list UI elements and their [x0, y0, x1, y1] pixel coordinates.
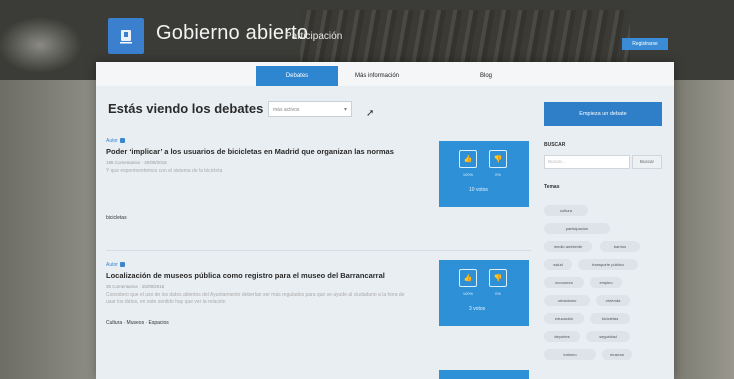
topic-tag[interactable]: economía — [544, 277, 584, 288]
chevron-down-icon: ▾ — [343, 107, 347, 113]
topic-tag[interactable]: vivienda — [596, 295, 630, 306]
page-content: Debates Más información Blog Estás viend… — [96, 62, 674, 379]
topic-tag[interactable]: educación — [544, 313, 584, 324]
topic-tag[interactable]: bicicletas — [590, 313, 630, 324]
vote-no-percent: 0% — [495, 172, 501, 177]
vote-no-button[interactable]: 👎 — [489, 150, 507, 168]
author-badge-icon — [119, 262, 125, 268]
site-subtitle: Participación — [285, 31, 343, 42]
vote-count: 3 votos — [469, 306, 486, 312]
mouse-cursor-icon: ➚ — [366, 108, 375, 119]
topic-tag[interactable]: urbanismo — [544, 295, 590, 306]
background-wall — [674, 80, 734, 379]
background-desk — [0, 80, 96, 379]
page-title: Estás viendo los debates — [108, 101, 264, 116]
vote-yes-button[interactable]: 👍 — [459, 150, 477, 168]
vote-yes-percent: 100% — [462, 291, 474, 296]
topic-tag[interactable]: barrios — [600, 241, 640, 252]
tab-debates[interactable]: Debates — [256, 66, 338, 86]
topic-tag[interactable]: salud — [544, 259, 572, 270]
sidebar-search-button[interactable]: Buscar — [632, 155, 662, 169]
order-select[interactable]: más activos ▾ — [268, 101, 352, 117]
vote-panel-partial — [439, 370, 529, 379]
author-badge-icon — [119, 138, 125, 144]
tab-more-info[interactable]: Más información — [341, 66, 413, 86]
topic-tag[interactable]: turismo — [544, 349, 596, 360]
vote-panel: 👍 👎 100% 0% 10 votos — [439, 141, 529, 207]
topic-tag[interactable]: cultura — [544, 205, 588, 216]
debate-title[interactable]: Poder ‘implicar’ a los usuarios de bicic… — [106, 147, 396, 157]
card-divider — [106, 250, 531, 251]
vote-yes-percent: 100% — [462, 172, 474, 177]
madrid-crest-icon — [120, 30, 132, 44]
topics-heading: Temas — [544, 184, 560, 190]
topic-tag[interactable]: seguridad — [586, 331, 630, 342]
sidebar-search-input[interactable]: Buscar... — [544, 155, 630, 169]
topic-tag[interactable]: transporte público — [578, 259, 638, 270]
register-button[interactable]: Registrarse — [622, 38, 668, 50]
vote-count: 10 votos — [469, 187, 488, 193]
debate-title[interactable]: Localización de museos pública como regi… — [106, 271, 396, 281]
debate-tags[interactable]: bicicletas — [106, 215, 536, 221]
search-heading: BUSCAR — [544, 142, 566, 148]
site-logo[interactable] — [108, 18, 144, 54]
vote-panel: 👍 👎 100% 0% 3 votos — [439, 260, 529, 326]
debate-description: Y que experimentemos con el sistema de l… — [106, 168, 223, 174]
topic-tag[interactable]: medio ambiente — [544, 241, 592, 252]
order-select-value: más activos — [273, 107, 300, 113]
vote-no-percent: 0% — [495, 291, 501, 296]
banner-photo — [300, 10, 630, 65]
debate-description: Considero que el uso de los datos abiert… — [106, 292, 405, 305]
main-nav: Debates Más información Blog — [96, 62, 674, 86]
topic-tag[interactable]: participación — [544, 223, 610, 234]
vote-yes-button[interactable]: 👍 — [459, 269, 477, 287]
topic-tag[interactable]: deportes — [544, 331, 580, 342]
start-debate-button[interactable]: Empieza un debate — [544, 102, 662, 126]
topic-tag[interactable]: museos — [602, 349, 632, 360]
tab-blog[interactable]: Blog — [466, 66, 506, 86]
vote-no-button[interactable]: 👎 — [489, 269, 507, 287]
topic-tag[interactable]: empleo — [590, 277, 622, 288]
